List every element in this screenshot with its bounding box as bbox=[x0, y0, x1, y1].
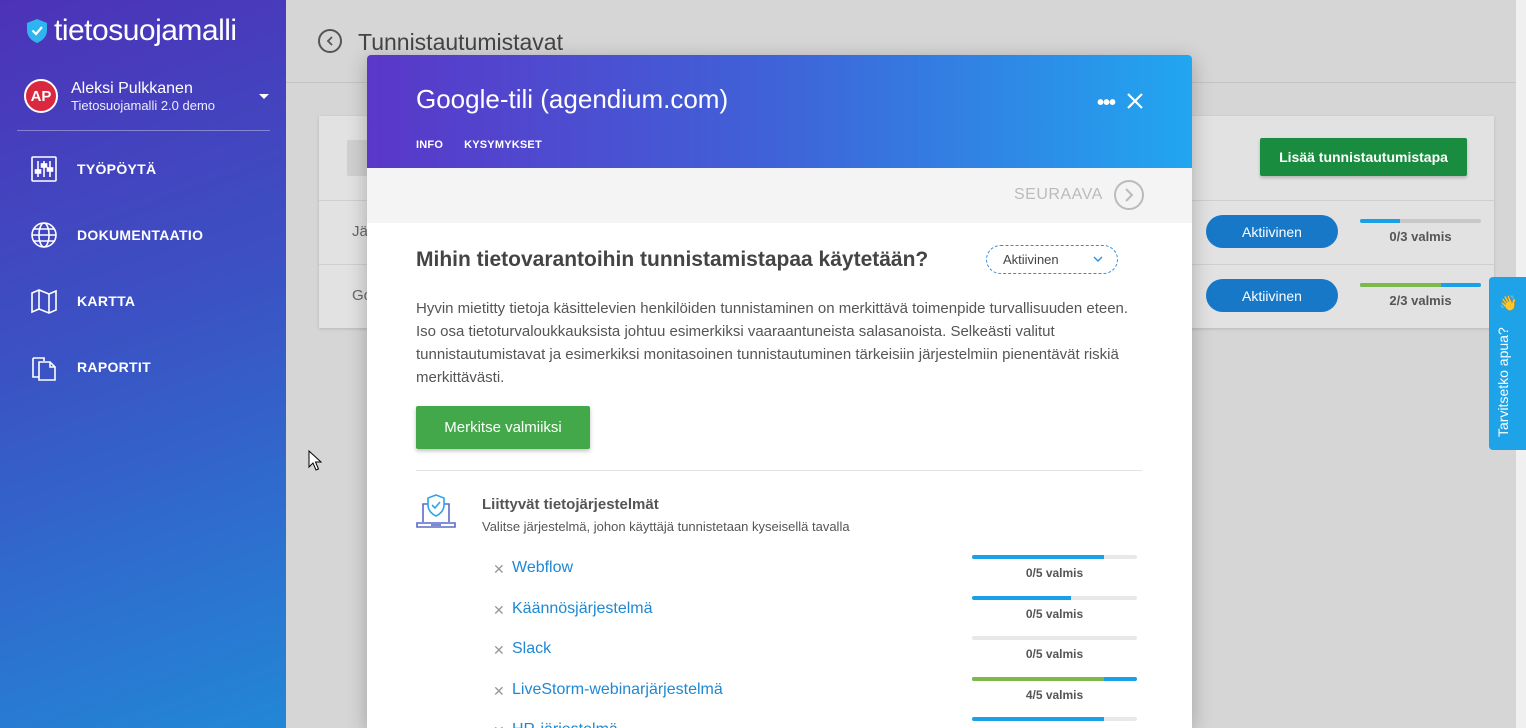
list-item[interactable]: ✕ Slack 0/5 valmis bbox=[493, 633, 1143, 674]
more-icon[interactable]: ••• bbox=[1097, 92, 1116, 115]
progress-fill bbox=[972, 555, 1104, 559]
help-tab[interactable]: 👋 Tarvitsetko apua? bbox=[1489, 277, 1526, 450]
system-progress: 0/5 valmis bbox=[972, 636, 1137, 661]
list-item[interactable]: ✕ LiveStorm-webinarjärjestelmä 4/5 valmis bbox=[493, 674, 1143, 715]
systems-subtitle: Valitse järjestelmä, johon käyttäjä tunn… bbox=[482, 519, 850, 534]
progress-bar bbox=[972, 717, 1137, 721]
sidebar-item-label: TYÖPÖYTÄ bbox=[77, 161, 157, 177]
progress-fill bbox=[972, 595, 1071, 600]
status-badge[interactable]: Aktiivinen bbox=[1206, 215, 1338, 248]
sidebar-item-raportit[interactable]: RAPORTIT bbox=[0, 334, 286, 400]
progress-fill bbox=[972, 717, 1104, 721]
dialog-navigation: SEURAAVA bbox=[367, 168, 1192, 223]
tab-info[interactable]: INFO bbox=[416, 139, 443, 151]
progress-label: 0/5 valmis bbox=[1025, 566, 1084, 580]
progress-fill-done bbox=[972, 676, 1104, 681]
user-menu[interactable]: AP Aleksi Pulkkanen Tietosuojamalli 2.0 … bbox=[24, 76, 269, 116]
dialog-title: Google-tili (agendium.com) bbox=[416, 84, 729, 114]
method-dialog: Google-tili (agendium.com) ••• INFO KYSY… bbox=[367, 55, 1192, 728]
section-divider bbox=[416, 470, 1142, 471]
mouse-cursor-icon bbox=[308, 450, 322, 471]
next-button[interactable] bbox=[1114, 180, 1144, 210]
progress-bar bbox=[972, 595, 1137, 600]
system-progress: 4/5 valmis bbox=[972, 676, 1137, 702]
close-icon[interactable] bbox=[1125, 91, 1145, 111]
status-select[interactable]: Aktiivinen bbox=[986, 245, 1118, 274]
system-link[interactable]: Webflow bbox=[512, 559, 573, 577]
user-org: Tietosuojamalli 2.0 demo bbox=[71, 97, 216, 113]
chevron-right-icon bbox=[1125, 188, 1134, 202]
sidebar-divider bbox=[17, 130, 270, 131]
progress-bar bbox=[1360, 219, 1481, 223]
row-progress: 2/3 valmis bbox=[1360, 283, 1481, 308]
globe-icon bbox=[31, 222, 57, 248]
system-link[interactable]: Slack bbox=[512, 640, 551, 658]
list-item[interactable]: ✕ Käännösjärjestelmä 0/5 valmis bbox=[493, 593, 1143, 634]
system-progress bbox=[972, 717, 1137, 728]
shield-icon bbox=[27, 19, 47, 43]
remove-icon[interactable]: ✕ bbox=[493, 723, 505, 728]
back-button[interactable] bbox=[318, 29, 342, 53]
row-progress: 0/3 valmis bbox=[1360, 219, 1481, 244]
documents-icon bbox=[32, 357, 56, 381]
chevron-down-icon[interactable] bbox=[259, 93, 269, 99]
sidebar: tietosuojamalli AP Aleksi Pulkkanen Tiet… bbox=[0, 0, 286, 728]
progress-label: 2/3 valmis bbox=[1389, 293, 1452, 308]
add-method-button[interactable]: Lisää tunnistautumistapa bbox=[1260, 138, 1467, 176]
question-title: Mihin tietovarantoihin tunnistamistapaa … bbox=[416, 248, 929, 271]
system-link[interactable]: HR-järjestelmä bbox=[512, 721, 618, 728]
laptop-shield-icon bbox=[416, 494, 456, 528]
mark-done-button[interactable]: Merkitse valmiiksi bbox=[416, 406, 590, 449]
chevron-left-icon bbox=[326, 36, 333, 46]
system-link[interactable]: Käännösjärjestelmä bbox=[512, 600, 653, 618]
progress-label: 0/5 valmis bbox=[1025, 606, 1084, 621]
avatar: AP bbox=[24, 79, 58, 113]
sidebar-nav: TYÖPÖYTÄ DOKUMENTAATIO KARTTA RAPORTIT bbox=[0, 136, 286, 400]
sliders-icon bbox=[31, 156, 57, 182]
progress-label: 0/5 valmis bbox=[1025, 647, 1084, 661]
system-link[interactable]: LiveStorm-webinarjärjestelmä bbox=[512, 681, 723, 699]
remove-icon[interactable]: ✕ bbox=[493, 561, 505, 578]
sidebar-item-label: RAPORTIT bbox=[77, 359, 151, 375]
systems-list: ✕ Webflow 0/5 valmis ✕ Käännösjärjestelmä 0/5… bbox=[493, 552, 1143, 728]
progress-label: 0/3 valmis bbox=[1389, 229, 1452, 244]
user-name: Aleksi Pulkkanen bbox=[71, 79, 193, 97]
question-description: Hyvin mietitty tietoja käsittelevien hen… bbox=[416, 300, 1129, 386]
dialog-header: Google-tili (agendium.com) ••• INFO KYSY… bbox=[367, 55, 1192, 168]
sidebar-item-label: DOKUMENTAATIO bbox=[77, 227, 204, 243]
remove-icon[interactable]: ✕ bbox=[493, 642, 505, 659]
app-logo[interactable]: tietosuojamalli bbox=[26, 14, 237, 48]
sidebar-item-label: KARTTA bbox=[77, 293, 136, 309]
status-badge[interactable]: Aktiivinen bbox=[1206, 279, 1338, 312]
tab-kysymykset[interactable]: KYSYMYKSET bbox=[464, 139, 542, 151]
sidebar-item-dokumentaatio[interactable]: DOKUMENTAATIO bbox=[0, 202, 286, 268]
progress-label: 4/5 valmis bbox=[1025, 687, 1084, 702]
remove-icon[interactable]: ✕ bbox=[493, 602, 505, 619]
list-item[interactable]: ✕ Webflow 0/5 valmis bbox=[493, 552, 1143, 593]
system-progress: 0/5 valmis bbox=[972, 595, 1137, 621]
systems-title: Liittyvät tietojärjestelmät bbox=[482, 496, 659, 513]
app-logo-text: tietosuojamalli bbox=[54, 14, 237, 47]
list-item[interactable]: ✕ HR-järjestelmä bbox=[493, 714, 1143, 728]
progress-bar bbox=[972, 555, 1137, 559]
status-select-value: Aktiivinen bbox=[1003, 252, 1059, 267]
page-title: Tunnistautumistavat bbox=[358, 29, 563, 55]
system-progress: 0/5 valmis bbox=[972, 555, 1137, 580]
sidebar-item-kartta[interactable]: KARTTA bbox=[0, 268, 286, 334]
chevron-down-icon bbox=[1093, 256, 1103, 262]
help-label: Tarvitsetko apua? bbox=[1495, 327, 1511, 437]
progress-fill-done bbox=[1360, 283, 1442, 287]
progress-bar bbox=[972, 636, 1137, 640]
dialog-tabs: INFO KYSYMYKSET bbox=[416, 139, 542, 151]
next-label[interactable]: SEURAAVA bbox=[1014, 186, 1103, 204]
progress-fill bbox=[1360, 219, 1400, 223]
remove-icon[interactable]: ✕ bbox=[493, 683, 505, 700]
progress-bar bbox=[972, 676, 1137, 681]
progress-bar bbox=[1360, 283, 1481, 287]
map-icon bbox=[31, 289, 57, 314]
sidebar-item-tyopoyta[interactable]: TYÖPÖYTÄ bbox=[0, 136, 286, 202]
